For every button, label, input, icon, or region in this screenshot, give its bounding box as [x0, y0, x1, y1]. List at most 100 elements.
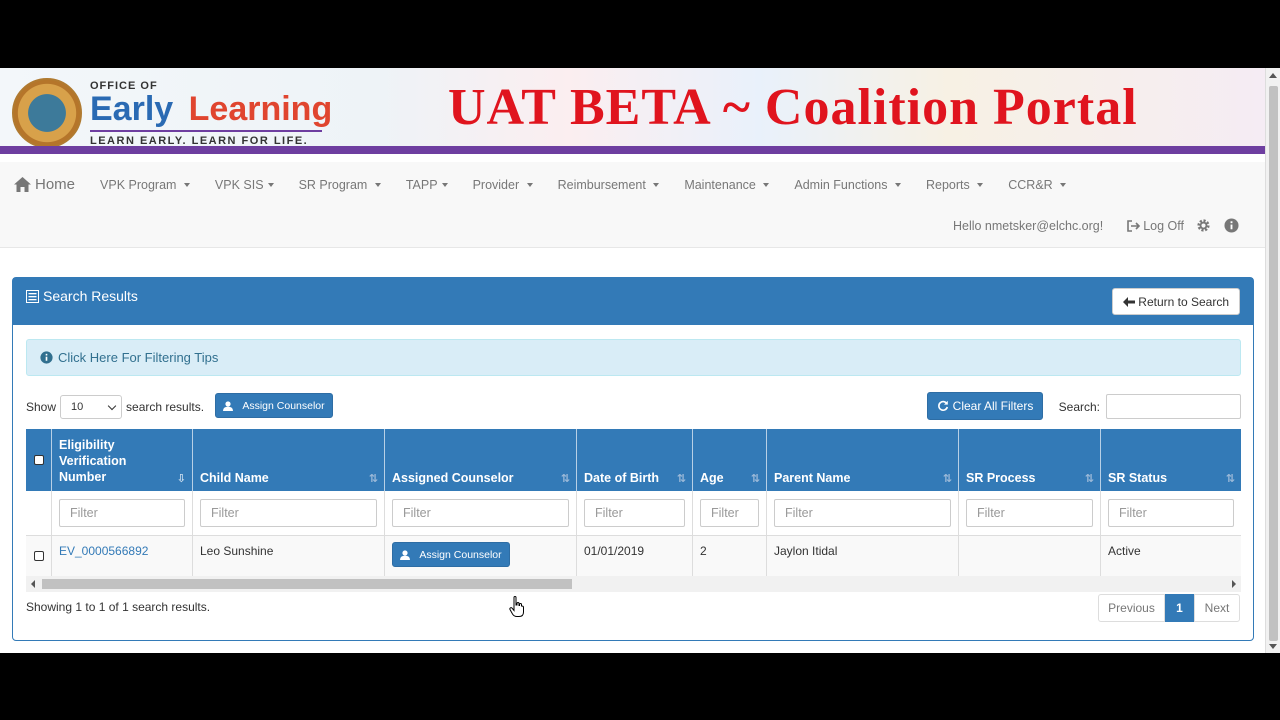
nav-menu: Home VPK Program VPK SIS SR Program TAPP… — [14, 176, 1091, 193]
col-header-child-name[interactable]: Child Name ⇅ — [193, 429, 385, 491]
portal-title: UAT BETA ~ Coalition Portal — [448, 79, 1138, 136]
assign-counselor-row-button[interactable]: Assign Counselor — [392, 542, 510, 567]
nav-vpk-program[interactable]: VPK Program — [100, 178, 190, 192]
next-page-button[interactable]: Next — [1194, 594, 1240, 622]
scroll-up-arrow-icon[interactable] — [1269, 73, 1277, 78]
nav-provider[interactable]: Provider — [473, 178, 533, 192]
filter-dob-input[interactable]: Filter — [584, 499, 685, 527]
cell-parent-name: Jaylon Itidal — [767, 536, 959, 576]
user-area: Hello nmetsker@elchc.org! Log Off — [953, 218, 1239, 233]
caret-down-icon — [894, 183, 901, 188]
info-circle-icon[interactable] — [1224, 218, 1239, 233]
nav-maintenance[interactable]: Maintenance — [684, 178, 770, 192]
table-header-row: Eligibility Verification Number ⇩ Child … — [26, 429, 1241, 491]
col-header-label: Parent Name — [774, 471, 851, 485]
nav-reimbursement[interactable]: Reimbursement — [558, 178, 660, 192]
nav-label: Reports — [925, 177, 970, 192]
refresh-icon — [937, 400, 948, 411]
scrollbar-thumb[interactable] — [1269, 86, 1278, 641]
user-icon — [223, 400, 234, 411]
nav-label: VPK SIS — [214, 177, 264, 192]
filter-cell: Filter — [577, 491, 693, 535]
cell-age: 2 — [693, 536, 767, 576]
ev-number-link[interactable]: EV_0000566892 — [59, 544, 148, 558]
return-to-search-button[interactable]: Return to Search — [1112, 288, 1240, 315]
page-1-button[interactable]: 1 — [1165, 594, 1194, 622]
filter-cell: Filter — [1101, 491, 1241, 535]
page-length-select[interactable]: 10 — [60, 395, 123, 419]
col-header-ev-number[interactable]: Eligibility Verification Number ⇩ — [52, 429, 193, 491]
nav-reports[interactable]: Reports — [925, 177, 984, 192]
filtering-tips-link[interactable]: Click Here For Filtering Tips — [26, 339, 1241, 376]
clear-all-filters-label: Clear All Filters — [952, 399, 1034, 413]
filter-cell: Filter — [693, 491, 767, 535]
previous-page-button[interactable]: Previous — [1098, 594, 1165, 622]
pagination: Previous 1 Next — [1098, 594, 1240, 622]
user-icon — [400, 549, 411, 560]
col-header-parent-name[interactable]: Parent Name ⇅ — [767, 429, 959, 491]
nav-vpk-sis[interactable]: VPK SIS — [215, 178, 274, 192]
filter-row: Filter Filter Filter Filter Filter Filte… — [26, 491, 1241, 536]
col-header-assigned-counselor[interactable]: Assigned Counselor ⇅ — [385, 429, 577, 491]
sort-icon: ⇅ — [368, 473, 378, 485]
filter-parent-name-input[interactable]: Filter — [774, 499, 951, 527]
scroll-down-arrow-icon[interactable] — [1269, 644, 1277, 649]
caret-down-icon — [267, 183, 274, 188]
col-header-label: SR Status — [1108, 471, 1168, 485]
col-header-age[interactable]: Age ⇅ — [693, 429, 767, 491]
sort-icon: ⇅ — [676, 473, 686, 485]
search-input[interactable] — [1106, 394, 1241, 419]
hand-pointer-cursor-icon — [509, 596, 524, 617]
nav-tapp[interactable]: TAPP — [406, 178, 448, 192]
results-info: Showing 1 to 1 of 1 search results. — [26, 600, 211, 614]
filter-cell: Filter — [385, 491, 577, 535]
filter-child-name-input[interactable]: Filter — [200, 499, 377, 527]
nav-label: TAPP — [405, 177, 438, 192]
sign-out-icon — [1127, 219, 1141, 232]
select-all-checkbox[interactable] — [33, 455, 44, 465]
filter-sr-status-input[interactable]: Filter — [1108, 499, 1234, 527]
scroll-right-arrow-icon[interactable] — [1232, 580, 1236, 588]
browser-viewport: OFFICE OF Early Learning LEARN EARLY. LE… — [0, 68, 1280, 653]
sort-icon: ⇅ — [750, 473, 760, 485]
col-header-sr-status[interactable]: SR Status ⇅ — [1101, 429, 1241, 491]
logo-word-learning: Learning — [188, 90, 333, 128]
nav-admin-functions[interactable]: Admin Functions — [794, 178, 901, 192]
page-vertical-scrollbar[interactable] — [1265, 68, 1280, 653]
scroll-left-arrow-icon[interactable] — [31, 580, 35, 588]
assign-counselor-bulk-button[interactable]: Assign Counselor — [215, 393, 333, 418]
cell-child-name: Leo Sunshine — [193, 536, 385, 576]
caret-down-icon — [526, 183, 533, 188]
cell-sr-process — [959, 536, 1101, 576]
col-header-label: Child Name — [200, 471, 269, 485]
col-header-label: Age — [700, 471, 724, 485]
scrollbar-thumb[interactable] — [42, 579, 572, 589]
filter-age-input[interactable]: Filter — [700, 499, 759, 527]
gear-icon[interactable] — [1196, 218, 1211, 233]
filter-cell: Filter — [52, 491, 193, 535]
oel-logo[interactable]: OFFICE OF Early Learning LEARN EARLY. LE… — [90, 80, 332, 147]
table-horizontal-scrollbar[interactable] — [26, 576, 1241, 592]
table-row: EV_0000566892 Leo Sunshine Assign Counse… — [26, 536, 1241, 576]
sort-icon: ⇅ — [560, 473, 570, 485]
nav-sr-program[interactable]: SR Program — [299, 178, 381, 192]
logoff-label: Log Off — [1143, 218, 1184, 233]
sort-desc-icon: ⇩ — [176, 473, 186, 485]
search-results-panel: Search Results Return to Search Click He… — [12, 277, 1254, 641]
user-greeting-link[interactable]: Hello nmetsker@elchc.org! — [953, 219, 1103, 233]
logoff-link[interactable]: Log Off — [1127, 219, 1184, 233]
col-header-sr-process[interactable]: SR Process ⇅ — [959, 429, 1101, 491]
logo-tagline: LEARN EARLY. LEARN FOR LIFE. — [90, 130, 322, 147]
row-checkbox[interactable] — [33, 551, 44, 561]
filter-sr-process-input[interactable]: Filter — [966, 499, 1093, 527]
filter-ev-number-input[interactable]: Filter — [59, 499, 185, 527]
nav-label: VPK Program — [100, 177, 177, 192]
col-header-dob[interactable]: Date of Birth ⇅ — [577, 429, 693, 491]
caret-down-icon — [653, 183, 660, 188]
clear-all-filters-button[interactable]: Clear All Filters — [927, 392, 1043, 420]
nav-home[interactable]: Home — [14, 176, 75, 193]
col-header-label: Assigned Counselor — [392, 471, 514, 485]
filter-counselor-input[interactable]: Filter — [392, 499, 569, 527]
nav-ccrr[interactable]: CCR&R — [1008, 178, 1067, 192]
col-header-label: SR Process — [966, 471, 1036, 485]
